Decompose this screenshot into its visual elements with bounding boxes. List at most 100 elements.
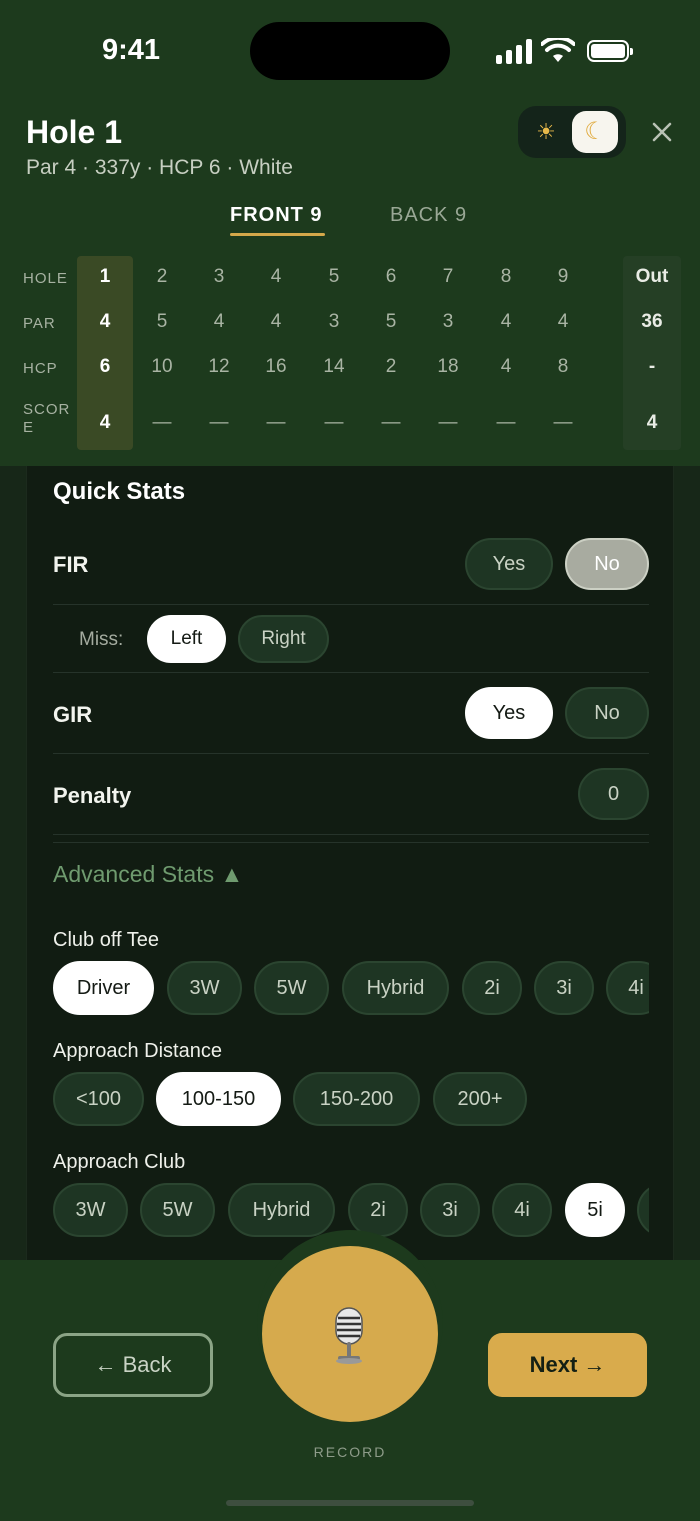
divider <box>53 753 649 754</box>
club-option-driver[interactable]: Driver <box>53 961 154 1015</box>
club-option-hybrid[interactable]: Hybrid <box>342 961 449 1015</box>
club-option-2i[interactable]: 2i <box>462 961 522 1015</box>
close-icon[interactable] <box>646 116 678 148</box>
gir-yes-button[interactable]: Yes <box>465 687 553 739</box>
wifi-icon <box>541 38 575 62</box>
club-option-5w[interactable]: 5W <box>254 961 329 1015</box>
approach-club-option-5w[interactable]: 5W <box>140 1183 215 1237</box>
distance-option-100-150[interactable]: 100-150 <box>156 1072 281 1126</box>
scorecard-cell-par-2: 5 <box>156 311 168 332</box>
quick-stats-title: Quick Stats <box>53 478 186 505</box>
scorecard-cell-par-5: 3 <box>328 311 340 332</box>
tab-front-9[interactable]: FRONT 9 <box>230 204 323 227</box>
scorecard-cell-hcp-2: 10 <box>151 356 173 377</box>
status-bar: 9:41 <box>0 0 700 100</box>
battery-icon <box>587 40 633 62</box>
approach-club-option-2i[interactable]: 2i <box>348 1183 408 1237</box>
scorecard-cell-par-8: 4 <box>500 311 512 332</box>
scorecard-cell-hole-6: 6 <box>385 266 397 287</box>
gir-label: GIR <box>53 702 93 727</box>
scorecard-row-label-hcp: HCP <box>23 360 58 377</box>
miss-right-button[interactable]: Right <box>238 615 329 663</box>
scorecard-cell-score-5[interactable]: — <box>314 412 354 434</box>
approach-club-option-4i[interactable]: 4i <box>492 1183 552 1237</box>
fir-yes-button[interactable]: Yes <box>465 538 553 590</box>
scorecard-cell-hole-3: 3 <box>213 266 225 287</box>
scorecard-out-score: 4 <box>646 412 658 433</box>
scorecard-cell-par-4: 4 <box>270 311 282 332</box>
scorecard-row-label-score: SCOR E <box>23 401 71 436</box>
club-off-tee-options: Driver 3W 5W Hybrid 2i 3i 4i <box>53 960 649 1020</box>
club-option-3w[interactable]: 3W <box>167 961 242 1015</box>
bottom-action-bar: ← Back Next → RECORD <box>0 1230 700 1521</box>
penalty-stepper[interactable]: 0 <box>578 768 649 820</box>
scorecard-cell-score-7[interactable]: — <box>428 412 468 434</box>
scorecard-cell-par-7: 3 <box>442 311 454 332</box>
scorecard-cell-hcp-9: 8 <box>557 356 569 377</box>
scorecard-cell-score-4[interactable]: — <box>256 412 296 434</box>
distance-option-200-plus[interactable]: 200+ <box>433 1072 527 1126</box>
scorecard-cell-score-1[interactable]: 4 <box>85 412 125 434</box>
active-tab-indicator <box>230 233 325 236</box>
scorecard-row-label-par: PAR <box>23 315 56 332</box>
scorecard-cell-hcp-7: 18 <box>437 356 459 377</box>
approach-club-option-hybrid[interactable]: Hybrid <box>228 1183 335 1237</box>
cellular-signal-icon <box>496 38 536 64</box>
microphone-icon <box>335 1307 363 1364</box>
distance-option-150-200[interactable]: 150-200 <box>293 1072 420 1126</box>
miss-label: Miss: <box>79 629 124 650</box>
back-button[interactable]: ← Back <box>53 1333 213 1397</box>
fir-label: FIR <box>53 552 89 577</box>
record-label: RECORD <box>313 1444 387 1460</box>
tab-back-9[interactable]: BACK 9 <box>390 204 467 227</box>
moon-icon[interactable]: ☾ <box>572 111 618 153</box>
divider <box>53 604 649 605</box>
scorecard-cell-hcp-6: 2 <box>385 356 397 377</box>
distance-option-under-100[interactable]: <100 <box>53 1072 144 1126</box>
scorecard-cell-hcp-8: 4 <box>500 356 512 377</box>
scorecard-cell-hcp-5: 14 <box>323 356 345 377</box>
next-button[interactable]: Next → <box>488 1333 647 1397</box>
approach-club-option-5i[interactable]: 5i <box>565 1183 625 1237</box>
scorecard-out-par: 36 <box>641 311 663 332</box>
scorecard-cell-hole-2: 2 <box>156 266 168 287</box>
club-option-4i[interactable]: 4i <box>606 961 649 1015</box>
scorecard-cell-score-3[interactable]: — <box>199 412 239 434</box>
status-time: 9:41 <box>102 34 161 66</box>
fir-no-button[interactable]: No <box>565 538 649 590</box>
scorecard-out-hcp: - <box>648 356 656 377</box>
record-button[interactable] <box>262 1246 438 1422</box>
stats-panel: Quick Stats FIR Yes No Miss: Left Right … <box>26 466 674 1260</box>
approach-club-option-3w[interactable]: 3W <box>53 1183 128 1237</box>
scorecard-out-hole: Out <box>635 266 669 287</box>
home-indicator <box>226 1500 474 1506</box>
panel-side-shade <box>674 466 700 1260</box>
approach-distance-options: <100 100-150 150-200 200+ <box>53 1071 649 1131</box>
panel-side-shade <box>0 466 26 1260</box>
scorecard-cell-hole-7: 7 <box>442 266 454 287</box>
penalty-label: Penalty <box>53 783 132 808</box>
gir-no-button[interactable]: No <box>565 687 649 739</box>
scorecard-cell-score-9[interactable]: — <box>543 412 583 434</box>
scorecard-cell-score-8[interactable]: — <box>486 412 526 434</box>
sun-icon[interactable]: ☀ <box>530 116 562 148</box>
club-option-3i[interactable]: 3i <box>534 961 594 1015</box>
scorecard-cell-score-2[interactable]: — <box>142 412 182 434</box>
dynamic-island <box>250 22 450 80</box>
theme-toggle[interactable]: ☀ ☾ <box>518 106 626 158</box>
advanced-stats-toggle[interactable]: Advanced Stats ▲ <box>53 861 243 888</box>
approach-distance-label: Approach Distance <box>53 1040 222 1062</box>
club-off-tee-label: Club off Tee <box>53 929 160 951</box>
scorecard-cell-hole-1: 1 <box>99 266 111 287</box>
scorecard-cell-score-6[interactable]: — <box>371 412 411 434</box>
scorecard-cell-par-6: 5 <box>385 311 397 332</box>
scorecard-cell-hcp-3: 12 <box>208 356 230 377</box>
hole-title: Hole 1 <box>26 114 123 150</box>
divider <box>53 672 649 673</box>
hole-subtitle: Par 4 · 337y · HCP 6 · White <box>26 156 293 179</box>
scorecard-cell-par-3: 4 <box>213 311 225 332</box>
approach-club-option-3i[interactable]: 3i <box>420 1183 480 1237</box>
scorecard-cell-hcp-4: 16 <box>265 356 287 377</box>
miss-left-button[interactable]: Left <box>147 615 226 663</box>
approach-club-option-partial[interactable] <box>637 1183 649 1237</box>
